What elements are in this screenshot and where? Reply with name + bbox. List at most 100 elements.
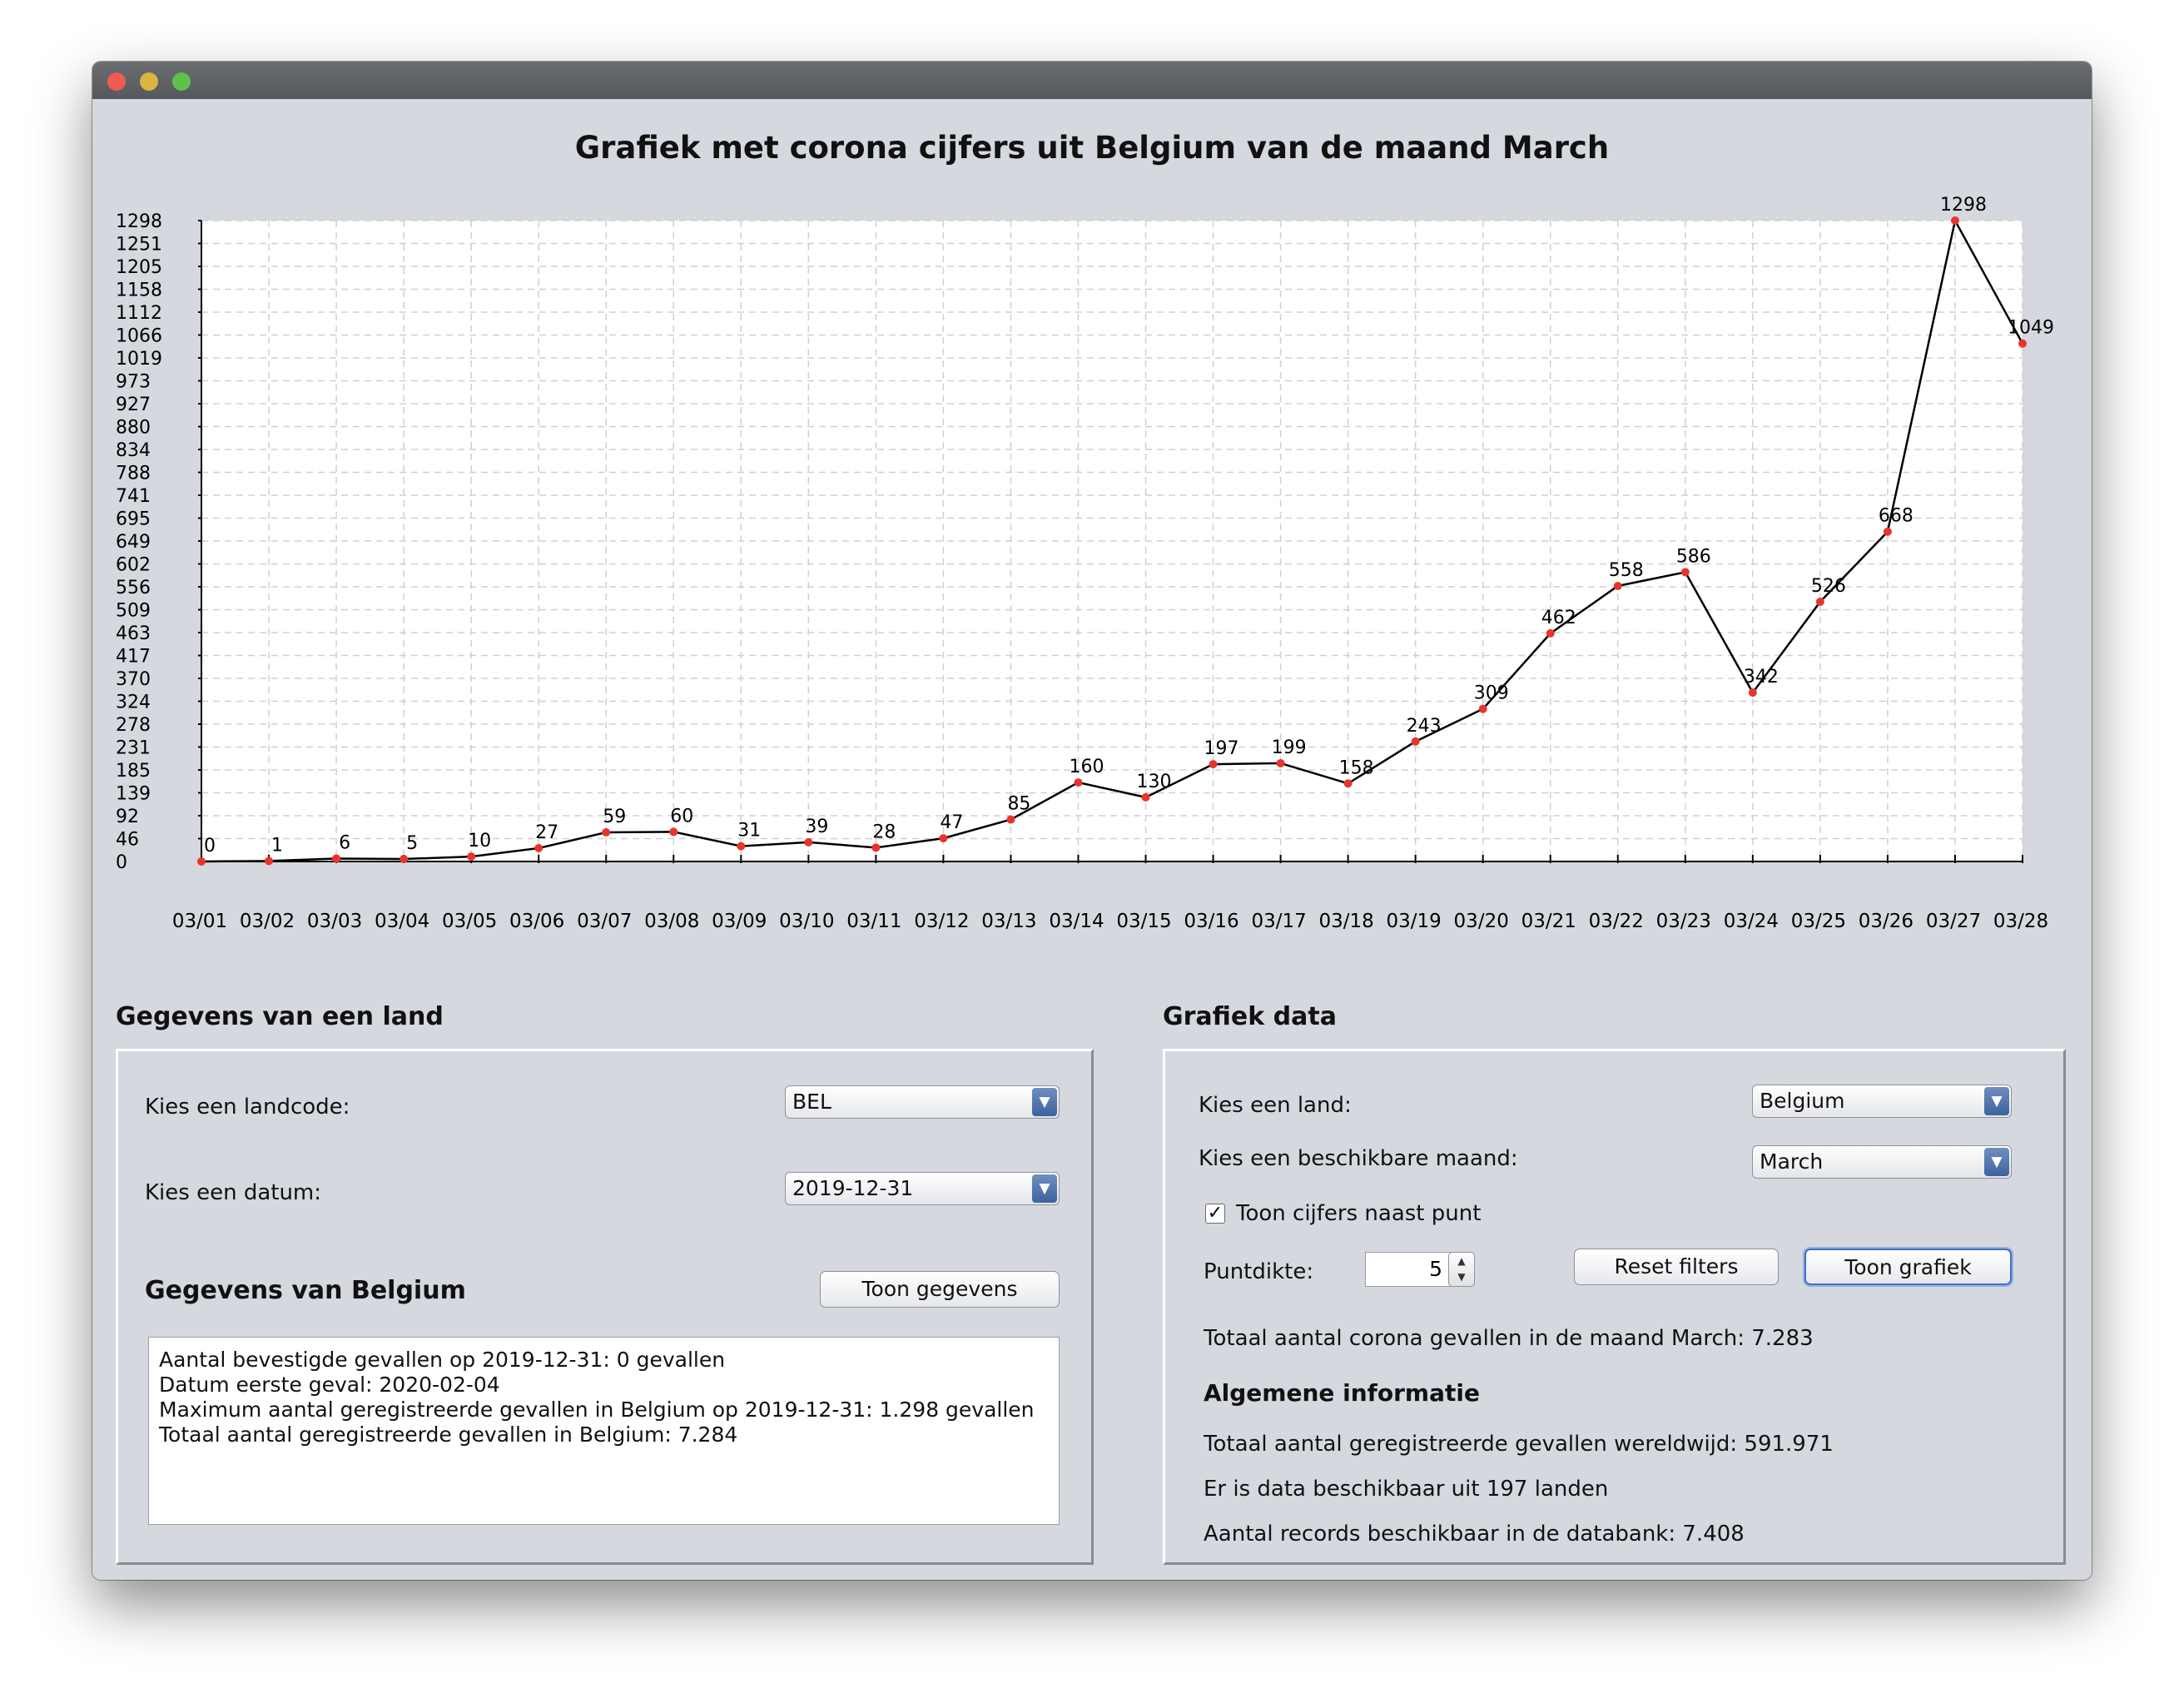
data-point [332,854,341,863]
data-label: 586 [1676,546,1711,567]
info-line: Aantal bevestigde gevallen op 2019-12-31… [159,1348,726,1372]
chevron-down-icon[interactable]: ▼ [1984,1148,2009,1176]
x-tick-label: 03/21 [1521,911,1576,932]
chevron-down-icon[interactable]: ▼ [1984,1087,2009,1115]
data-label: 60 [670,806,693,827]
y-tick-label: 278 [116,715,151,736]
data-point [1883,527,1892,536]
data-label: 199 [1272,737,1307,758]
app-window: Grafiek met corona cijfers uit Belgium v… [92,62,2092,1580]
country-data-section-title: Gegevens van een land [116,1002,444,1031]
x-tick-label: 03/28 [1993,911,2048,932]
datum-label: Kies een datum: [145,1180,322,1205]
x-tick-label: 03/17 [1251,911,1306,932]
chart-data-section-title: Grafiek data [1163,1002,1337,1031]
chevron-down-icon[interactable]: ▼ [1032,1174,1057,1203]
data-label: 342 [1744,667,1779,688]
data-point [197,857,206,866]
x-tick-label: 03/05 [442,911,497,932]
records-text: Aantal records beschikbaar in de databan… [1204,1522,1745,1547]
info-line: Maximum aantal geregistreerde gevallen i… [159,1398,1035,1422]
dot-size-stepper[interactable]: ▲ ▼ [1448,1252,1475,1287]
y-tick-label: 556 [116,578,151,598]
data-point [1748,688,1757,698]
data-point [939,834,948,843]
y-tick-label: 185 [116,761,151,782]
x-tick-label: 03/09 [712,911,767,932]
x-tick-label: 03/27 [1926,911,1981,932]
show-labels-checkbox[interactable]: ✓ [1205,1204,1225,1224]
country-combobox[interactable]: Belgium ▼ [1752,1085,2012,1118]
datum-value: 2019-12-31 [792,1176,914,1200]
arrow-down-icon[interactable]: ▼ [1449,1271,1474,1283]
x-tick-label: 03/10 [779,911,834,932]
data-label: 39 [805,817,828,837]
data-point [534,843,544,852]
data-label: 526 [1811,576,1846,597]
landcode-combobox[interactable]: BEL ▼ [785,1085,1060,1119]
y-tick-label: 370 [116,669,151,690]
x-tick-label: 03/07 [577,911,632,932]
reset-filters-button[interactable]: Reset filters [1574,1249,1779,1285]
y-tick-label: 834 [116,440,151,461]
data-label: 47 [940,812,963,833]
y-tick-label: 695 [116,509,151,530]
data-label: 160 [1069,757,1104,777]
data-label: 1049 [2008,318,2054,339]
datum-combobox[interactable]: 2019-12-31 ▼ [785,1172,1060,1205]
x-tick-label: 03/13 [981,911,1036,932]
total-world-text: Totaal aantal geregistreerde gevallen we… [1204,1432,1834,1457]
country-info-textarea[interactable]: Aantal bevestigde gevallen op 2019-12-31… [148,1337,1060,1525]
data-label: 243 [1407,716,1442,737]
x-tick-label: 03/20 [1454,911,1509,932]
show-data-button[interactable]: Toon gegevens [820,1271,1060,1308]
dot-size-input[interactable]: 5 [1365,1252,1452,1287]
y-tick-label: 509 [116,601,151,622]
data-point [737,842,746,851]
y-tick-label: 602 [116,555,151,576]
data-point [467,852,476,861]
data-label: 558 [1609,560,1644,581]
x-tick-label: 03/14 [1049,911,1104,932]
y-tick-label: 1298 [116,211,162,232]
line-chart: 0469213918523127832437041746350955660264… [116,195,2054,932]
x-tick-label: 03/16 [1184,911,1238,932]
chart-data-panel: Kies een land: Belgium ▼ Kies een beschi… [1163,1049,2066,1565]
data-label: 5 [406,833,418,854]
arrow-up-icon[interactable]: ▲ [1449,1255,1474,1267]
data-point [602,828,611,837]
data-point [1141,792,1150,802]
y-tick-label: 324 [116,693,151,713]
data-label: 462 [1541,608,1576,628]
y-tick-label: 973 [116,372,151,393]
data-label: 28 [872,822,896,842]
show-chart-button[interactable]: Toon grafiek [1804,1249,2012,1285]
data-label: 197 [1204,738,1239,759]
y-tick-label: 1066 [116,326,162,347]
data-label: 130 [1137,772,1172,792]
x-tick-label: 03/08 [644,911,699,932]
country-data-panel: Kies een landcode: BEL ▼ Kies een datum:… [116,1049,1094,1565]
month-combobox[interactable]: March ▼ [1752,1145,2012,1179]
y-tick-label: 463 [116,623,151,644]
x-tick-label: 03/03 [307,911,362,932]
month-label: Kies een beschikbare maand: [1199,1146,1518,1171]
data-label: 0 [204,836,216,856]
data-label: 158 [1339,757,1374,778]
data-point [1478,704,1487,713]
data-point [1950,216,1959,225]
data-label: 59 [603,807,626,827]
y-tick-label: 231 [116,738,151,759]
data-point [1815,597,1824,606]
country-data-title: Gegevens van Belgium [145,1276,466,1305]
data-label: 85 [1007,794,1030,815]
x-tick-label: 03/02 [240,911,295,932]
y-tick-label: 1205 [116,257,162,278]
y-tick-label: 92 [116,807,139,827]
chevron-down-icon[interactable]: ▼ [1032,1088,1057,1116]
y-tick-label: 788 [116,464,151,484]
data-point [1546,628,1555,638]
month-value: March [1760,1149,1824,1174]
info-line: Totaal aantal geregistreerde gevallen in… [159,1422,738,1447]
data-label: 1 [271,835,283,856]
